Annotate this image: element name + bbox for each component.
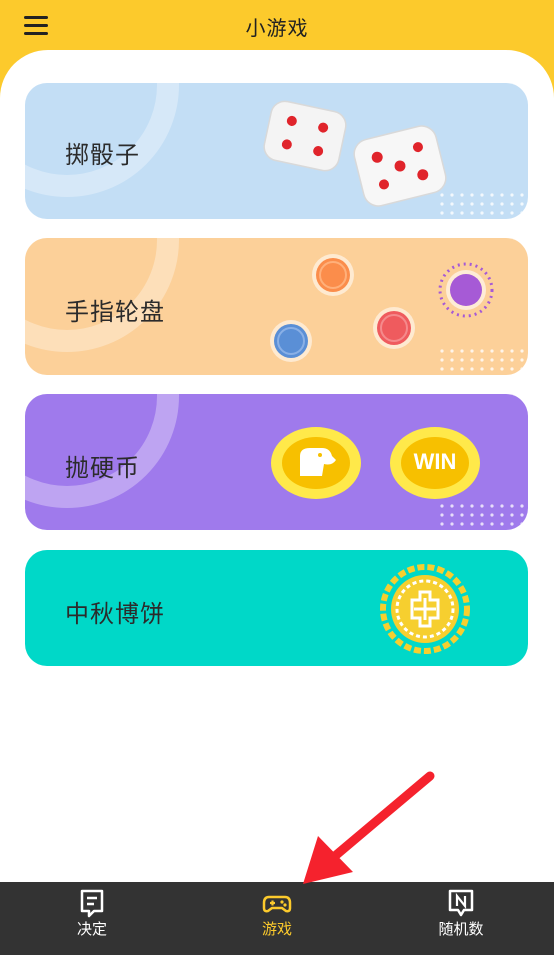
bottom-tab-bar: 决定 游戏 随机数	[0, 882, 554, 955]
gamepad-icon	[262, 895, 292, 913]
card-dice[interactable]: 掷骰子	[25, 83, 528, 219]
card-label-coin-flip: 抛硬币	[65, 454, 140, 482]
tab-label-random-number: 随机数	[438, 920, 484, 938]
card-finger-roulette[interactable]: 手指轮盘	[25, 238, 528, 375]
decision-icon	[80, 889, 104, 918]
tab-label-game: 游戏	[261, 920, 292, 938]
tab-label-decision: 决定	[76, 920, 107, 938]
card-mooncake[interactable]: 中秋博饼	[25, 550, 528, 666]
tab-random-number[interactable]: 随机数	[401, 882, 521, 955]
card-label-finger-roulette: 手指轮盘	[65, 298, 165, 326]
page-title: 小游戏	[245, 16, 309, 40]
card-label-dice: 掷骰子	[65, 141, 140, 169]
coin-dog-icon	[271, 427, 361, 499]
mooncake-icon	[380, 564, 470, 654]
dot-pattern-icon	[440, 504, 524, 526]
coin-win-text: WIN	[413, 449, 457, 474]
tab-decision[interactable]: 决定	[32, 882, 152, 955]
random-number-icon	[448, 889, 474, 917]
tab-game[interactable]: 游戏	[217, 882, 337, 955]
finger-roulette-icon	[270, 254, 494, 362]
coin-win-icon: WIN	[389, 426, 481, 500]
card-coin-flip[interactable]: 抛硬币 WIN	[25, 394, 528, 530]
card-label-mooncake: 中秋博饼	[65, 600, 165, 628]
dice-icon	[263, 100, 447, 207]
